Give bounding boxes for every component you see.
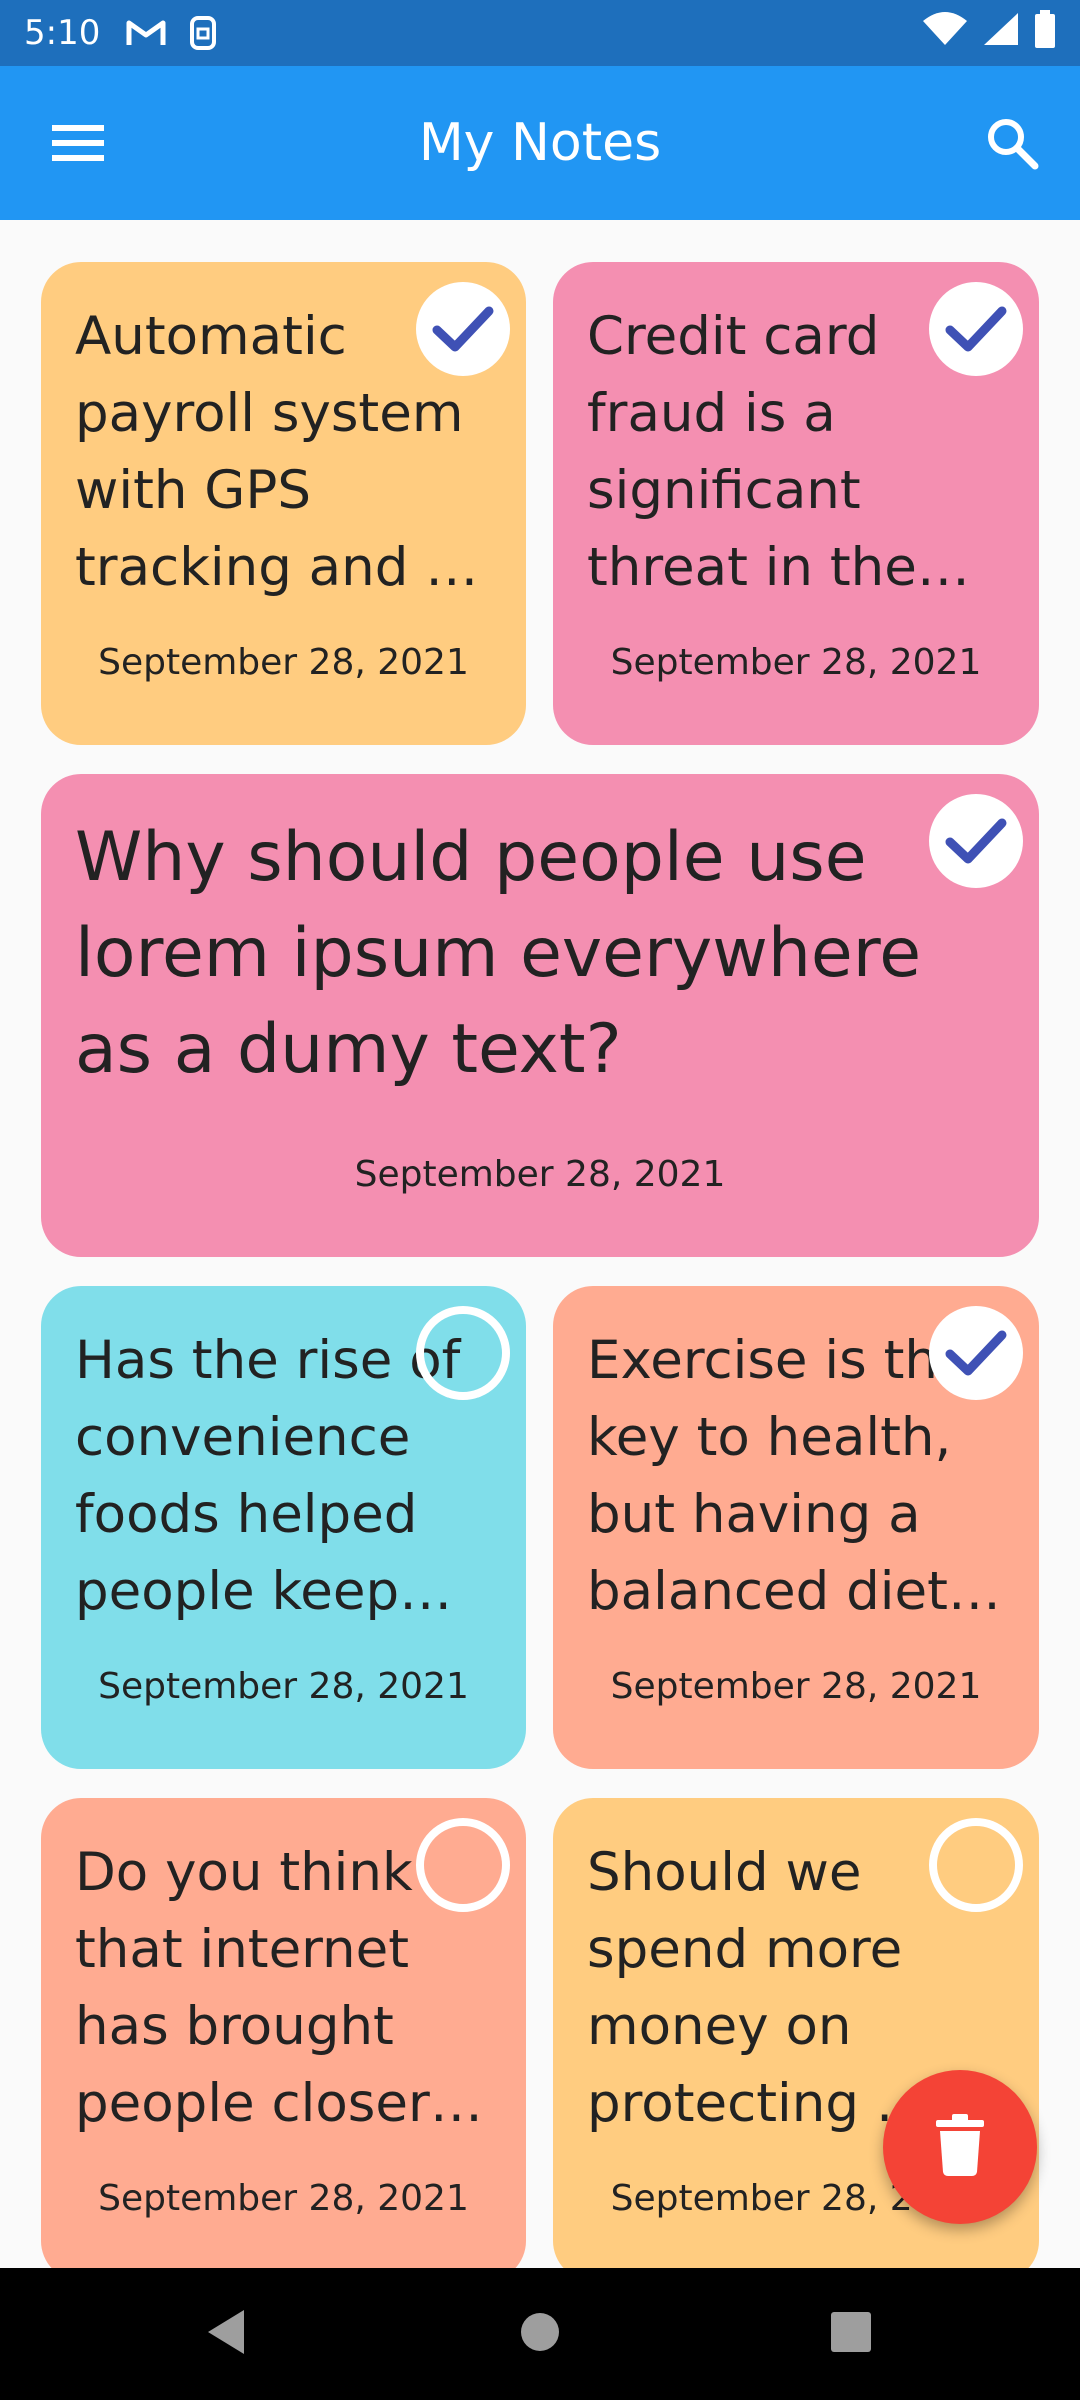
search-icon[interactable] xyxy=(980,111,1044,175)
note-card[interactable]: Has the rise of convenience foods helped… xyxy=(41,1286,526,1769)
delete-button[interactable] xyxy=(883,2070,1037,2224)
sim-icon xyxy=(188,15,218,51)
unchecked-circle-icon[interactable] xyxy=(416,1818,510,1912)
gmail-icon xyxy=(126,17,166,49)
note-card[interactable]: Credit card fraud is a significant threa… xyxy=(553,262,1039,745)
checkmark-icon[interactable] xyxy=(929,794,1023,888)
battery-icon xyxy=(1034,9,1056,57)
menu-icon[interactable] xyxy=(48,113,108,173)
note-date: September 28, 2021 xyxy=(610,642,982,683)
status-bar: 5:10 xyxy=(0,0,1080,66)
delete-icon xyxy=(936,2114,984,2180)
recents-icon[interactable] xyxy=(830,2311,872,2357)
note-date: September 28, 2021 xyxy=(354,1154,726,1195)
note-date: September 28, 2021 xyxy=(98,2178,469,2219)
wifi-icon xyxy=(922,11,968,56)
status-time: 5:10 xyxy=(24,13,101,53)
unchecked-circle-icon[interactable] xyxy=(416,1306,510,1400)
home-icon[interactable] xyxy=(519,2311,561,2357)
note-card[interactable]: Automatic payroll system with GPS tracki… xyxy=(41,262,526,745)
unchecked-circle-icon[interactable] xyxy=(929,1818,1023,1912)
note-date: September 28, 2021 xyxy=(98,1666,469,1707)
note-date: September 28, 2021 xyxy=(98,642,469,683)
note-date: September 28, 2021 xyxy=(610,1666,982,1707)
note-text: Why should people use lorem ipsum everyw… xyxy=(75,818,922,1089)
note-card[interactable]: Do you think that internet has brought p… xyxy=(41,1798,526,2281)
back-icon[interactable] xyxy=(204,2308,248,2360)
page-title: My Notes xyxy=(418,113,662,173)
checkmark-icon[interactable] xyxy=(416,282,510,376)
system-nav-bar xyxy=(0,2268,1080,2400)
note-card[interactable]: Why should people use lorem ipsum everyw… xyxy=(41,774,1039,1257)
signal-icon xyxy=(982,11,1020,56)
checkmark-icon[interactable] xyxy=(929,1306,1023,1400)
app-bar: My Notes xyxy=(0,66,1080,220)
checkmark-icon[interactable] xyxy=(929,282,1023,376)
note-card[interactable]: Exercise is the key to health, but havin… xyxy=(553,1286,1039,1769)
